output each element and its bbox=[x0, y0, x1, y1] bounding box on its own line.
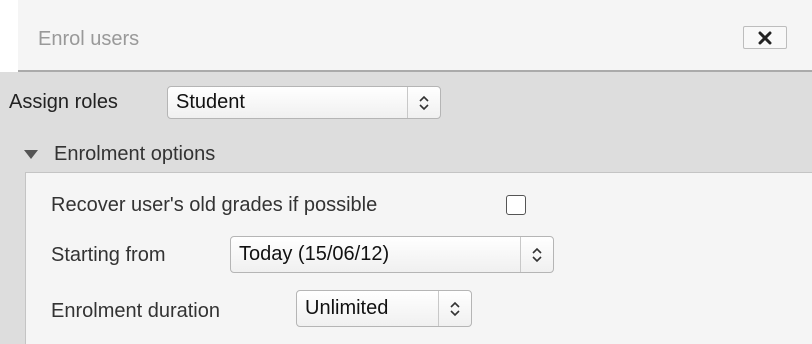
recover-grades-checkbox[interactable] bbox=[506, 195, 526, 215]
enrolment-options-panel: Recover user's old grades if possible St… bbox=[25, 172, 812, 344]
enrolment-duration-value: Unlimited bbox=[305, 297, 389, 319]
close-button[interactable] bbox=[743, 26, 787, 49]
updown-chevron-icon bbox=[407, 87, 440, 118]
enrolment-options-label: Enrolment options bbox=[54, 143, 216, 165]
close-icon bbox=[758, 31, 772, 44]
dialog-header: Enrol users bbox=[18, 0, 812, 72]
assign-roles-label: Assign roles bbox=[9, 91, 118, 113]
enrolment-options-toggle[interactable]: Enrolment options bbox=[24, 143, 215, 166]
starting-from-label: Starting from bbox=[51, 244, 166, 266]
recover-grades-label: Recover user's old grades if possible bbox=[51, 194, 378, 216]
dialog-title: Enrol users bbox=[38, 28, 140, 50]
triangle-down-icon bbox=[24, 150, 38, 159]
updown-chevron-icon bbox=[438, 291, 471, 326]
enrolment-duration-label: Enrolment duration bbox=[51, 300, 220, 322]
starting-from-value: Today (15/06/12) bbox=[239, 243, 390, 265]
assign-roles-value: Student bbox=[176, 91, 245, 113]
updown-chevron-icon bbox=[520, 237, 553, 272]
enrolment-duration-select[interactable]: Unlimited bbox=[296, 290, 472, 327]
starting-from-select[interactable]: Today (15/06/12) bbox=[230, 236, 554, 273]
dialog-body: Assign roles Student Enrolment options R… bbox=[0, 72, 812, 344]
assign-roles-select[interactable]: Student bbox=[167, 86, 441, 119]
